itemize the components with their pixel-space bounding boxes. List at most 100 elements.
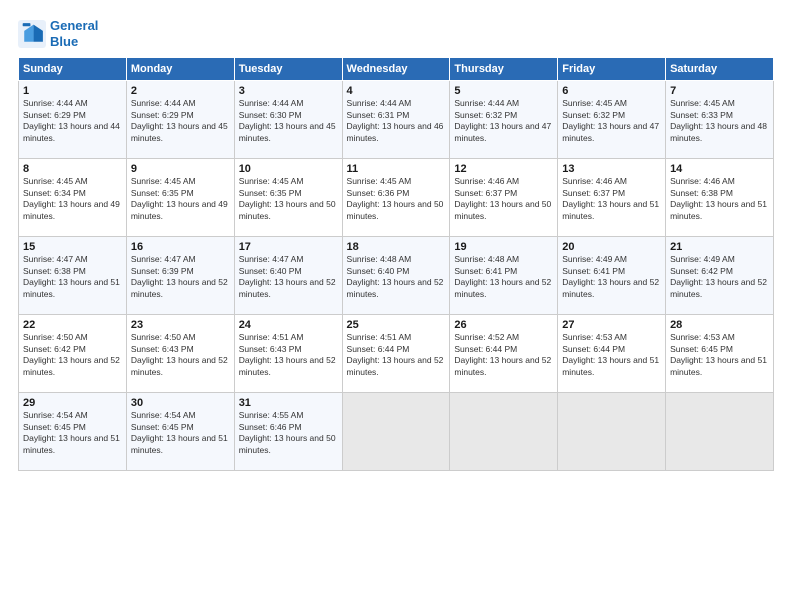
day-info: Sunrise: 4:55 AM Sunset: 6:46 PM Dayligh…: [239, 410, 338, 456]
day-cell: [666, 393, 774, 471]
day-number: 28: [670, 319, 769, 331]
day-cell: 1 Sunrise: 4:44 AM Sunset: 6:29 PM Dayli…: [19, 81, 127, 159]
day-cell: [450, 393, 558, 471]
day-number: 26: [454, 319, 553, 331]
day-number: 13: [562, 163, 661, 175]
day-cell: 30 Sunrise: 4:54 AM Sunset: 6:45 PM Dayl…: [126, 393, 234, 471]
day-info: Sunrise: 4:50 AM Sunset: 6:42 PM Dayligh…: [23, 332, 122, 378]
day-cell: 23 Sunrise: 4:50 AM Sunset: 6:43 PM Dayl…: [126, 315, 234, 393]
col-header-sunday: Sunday: [19, 58, 127, 81]
day-number: 10: [239, 163, 338, 175]
day-info: Sunrise: 4:46 AM Sunset: 6:37 PM Dayligh…: [562, 176, 661, 222]
day-number: 1: [23, 85, 122, 97]
col-header-saturday: Saturday: [666, 58, 774, 81]
day-cell: 5 Sunrise: 4:44 AM Sunset: 6:32 PM Dayli…: [450, 81, 558, 159]
day-number: 2: [131, 85, 230, 97]
day-info: Sunrise: 4:45 AM Sunset: 6:34 PM Dayligh…: [23, 176, 122, 222]
day-info: Sunrise: 4:49 AM Sunset: 6:41 PM Dayligh…: [562, 254, 661, 300]
day-number: 12: [454, 163, 553, 175]
day-info: Sunrise: 4:45 AM Sunset: 6:36 PM Dayligh…: [347, 176, 446, 222]
day-number: 21: [670, 241, 769, 253]
day-info: Sunrise: 4:46 AM Sunset: 6:37 PM Dayligh…: [454, 176, 553, 222]
week-row-4: 22 Sunrise: 4:50 AM Sunset: 6:42 PM Dayl…: [19, 315, 774, 393]
col-header-wednesday: Wednesday: [342, 58, 450, 81]
day-info: Sunrise: 4:54 AM Sunset: 6:45 PM Dayligh…: [23, 410, 122, 456]
col-header-friday: Friday: [558, 58, 666, 81]
day-cell: 31 Sunrise: 4:55 AM Sunset: 6:46 PM Dayl…: [234, 393, 342, 471]
day-number: 15: [23, 241, 122, 253]
day-info: Sunrise: 4:52 AM Sunset: 6:44 PM Dayligh…: [454, 332, 553, 378]
day-number: 24: [239, 319, 338, 331]
day-cell: 14 Sunrise: 4:46 AM Sunset: 6:38 PM Dayl…: [666, 159, 774, 237]
day-number: 5: [454, 85, 553, 97]
day-cell: 3 Sunrise: 4:44 AM Sunset: 6:30 PM Dayli…: [234, 81, 342, 159]
day-cell: 10 Sunrise: 4:45 AM Sunset: 6:35 PM Dayl…: [234, 159, 342, 237]
week-row-1: 1 Sunrise: 4:44 AM Sunset: 6:29 PM Dayli…: [19, 81, 774, 159]
day-number: 20: [562, 241, 661, 253]
calendar-table: SundayMondayTuesdayWednesdayThursdayFrid…: [18, 57, 774, 471]
day-cell: [558, 393, 666, 471]
day-cell: 9 Sunrise: 4:45 AM Sunset: 6:35 PM Dayli…: [126, 159, 234, 237]
day-cell: 24 Sunrise: 4:51 AM Sunset: 6:43 PM Dayl…: [234, 315, 342, 393]
day-info: Sunrise: 4:44 AM Sunset: 6:29 PM Dayligh…: [131, 98, 230, 144]
header-row: SundayMondayTuesdayWednesdayThursdayFrid…: [19, 58, 774, 81]
logo-icon: [18, 20, 46, 48]
col-header-monday: Monday: [126, 58, 234, 81]
day-number: 29: [23, 397, 122, 409]
day-info: Sunrise: 4:47 AM Sunset: 6:40 PM Dayligh…: [239, 254, 338, 300]
day-info: Sunrise: 4:53 AM Sunset: 6:45 PM Dayligh…: [670, 332, 769, 378]
day-info: Sunrise: 4:46 AM Sunset: 6:38 PM Dayligh…: [670, 176, 769, 222]
day-info: Sunrise: 4:45 AM Sunset: 6:35 PM Dayligh…: [131, 176, 230, 222]
day-number: 14: [670, 163, 769, 175]
day-info: Sunrise: 4:45 AM Sunset: 6:35 PM Dayligh…: [239, 176, 338, 222]
day-info: Sunrise: 4:53 AM Sunset: 6:44 PM Dayligh…: [562, 332, 661, 378]
day-cell: 21 Sunrise: 4:49 AM Sunset: 6:42 PM Dayl…: [666, 237, 774, 315]
day-info: Sunrise: 4:48 AM Sunset: 6:41 PM Dayligh…: [454, 254, 553, 300]
day-cell: 4 Sunrise: 4:44 AM Sunset: 6:31 PM Dayli…: [342, 81, 450, 159]
day-cell: 25 Sunrise: 4:51 AM Sunset: 6:44 PM Dayl…: [342, 315, 450, 393]
day-cell: 15 Sunrise: 4:47 AM Sunset: 6:38 PM Dayl…: [19, 237, 127, 315]
day-info: Sunrise: 4:47 AM Sunset: 6:38 PM Dayligh…: [23, 254, 122, 300]
day-cell: 22 Sunrise: 4:50 AM Sunset: 6:42 PM Dayl…: [19, 315, 127, 393]
day-cell: 29 Sunrise: 4:54 AM Sunset: 6:45 PM Dayl…: [19, 393, 127, 471]
day-info: Sunrise: 4:44 AM Sunset: 6:32 PM Dayligh…: [454, 98, 553, 144]
day-info: Sunrise: 4:44 AM Sunset: 6:31 PM Dayligh…: [347, 98, 446, 144]
day-cell: 12 Sunrise: 4:46 AM Sunset: 6:37 PM Dayl…: [450, 159, 558, 237]
page: General Blue SundayMondayTuesdayWednesda…: [0, 0, 792, 612]
day-number: 11: [347, 163, 446, 175]
day-cell: 6 Sunrise: 4:45 AM Sunset: 6:32 PM Dayli…: [558, 81, 666, 159]
day-info: Sunrise: 4:48 AM Sunset: 6:40 PM Dayligh…: [347, 254, 446, 300]
day-number: 23: [131, 319, 230, 331]
day-number: 4: [347, 85, 446, 97]
day-cell: 13 Sunrise: 4:46 AM Sunset: 6:37 PM Dayl…: [558, 159, 666, 237]
week-row-3: 15 Sunrise: 4:47 AM Sunset: 6:38 PM Dayl…: [19, 237, 774, 315]
day-number: 19: [454, 241, 553, 253]
col-header-tuesday: Tuesday: [234, 58, 342, 81]
day-number: 27: [562, 319, 661, 331]
day-number: 16: [131, 241, 230, 253]
day-cell: 17 Sunrise: 4:47 AM Sunset: 6:40 PM Dayl…: [234, 237, 342, 315]
logo-text: General Blue: [50, 18, 98, 49]
day-cell: 8 Sunrise: 4:45 AM Sunset: 6:34 PM Dayli…: [19, 159, 127, 237]
day-cell: 27 Sunrise: 4:53 AM Sunset: 6:44 PM Dayl…: [558, 315, 666, 393]
day-cell: 20 Sunrise: 4:49 AM Sunset: 6:41 PM Dayl…: [558, 237, 666, 315]
day-info: Sunrise: 4:51 AM Sunset: 6:44 PM Dayligh…: [347, 332, 446, 378]
day-cell: 11 Sunrise: 4:45 AM Sunset: 6:36 PM Dayl…: [342, 159, 450, 237]
day-number: 31: [239, 397, 338, 409]
day-cell: 7 Sunrise: 4:45 AM Sunset: 6:33 PM Dayli…: [666, 81, 774, 159]
week-row-2: 8 Sunrise: 4:45 AM Sunset: 6:34 PM Dayli…: [19, 159, 774, 237]
day-info: Sunrise: 4:45 AM Sunset: 6:33 PM Dayligh…: [670, 98, 769, 144]
day-info: Sunrise: 4:50 AM Sunset: 6:43 PM Dayligh…: [131, 332, 230, 378]
header: General Blue: [18, 18, 774, 49]
day-info: Sunrise: 4:51 AM Sunset: 6:43 PM Dayligh…: [239, 332, 338, 378]
day-cell: 19 Sunrise: 4:48 AM Sunset: 6:41 PM Dayl…: [450, 237, 558, 315]
day-info: Sunrise: 4:45 AM Sunset: 6:32 PM Dayligh…: [562, 98, 661, 144]
day-info: Sunrise: 4:49 AM Sunset: 6:42 PM Dayligh…: [670, 254, 769, 300]
day-number: 25: [347, 319, 446, 331]
day-number: 3: [239, 85, 338, 97]
day-cell: 2 Sunrise: 4:44 AM Sunset: 6:29 PM Dayli…: [126, 81, 234, 159]
day-info: Sunrise: 4:47 AM Sunset: 6:39 PM Dayligh…: [131, 254, 230, 300]
logo: General Blue: [18, 18, 98, 49]
day-number: 22: [23, 319, 122, 331]
col-header-thursday: Thursday: [450, 58, 558, 81]
